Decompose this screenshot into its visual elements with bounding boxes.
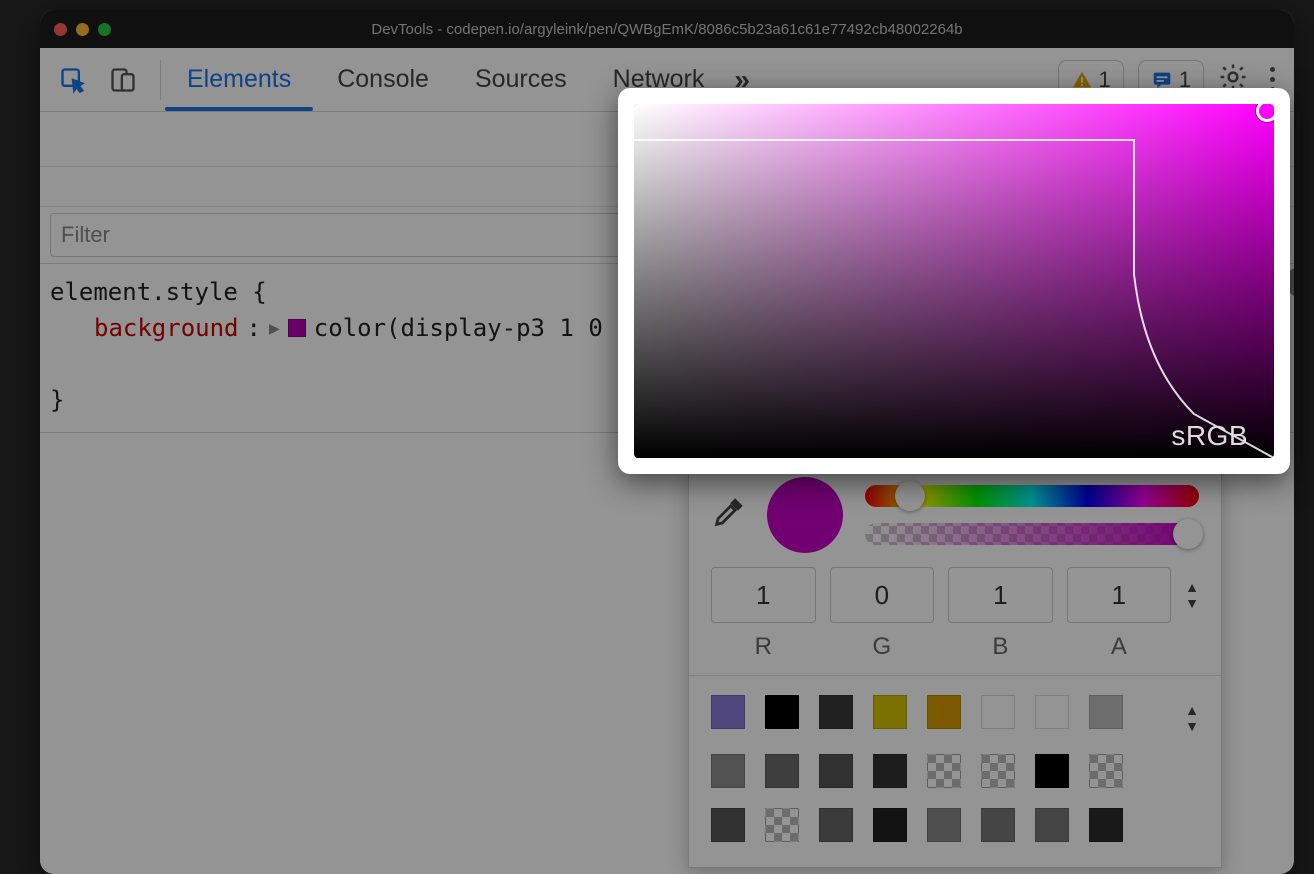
palette-swatch[interactable] (711, 695, 745, 729)
palette-swatch[interactable] (981, 695, 1015, 729)
palette-swatch[interactable] (1035, 754, 1069, 788)
minimize-window-button[interactable] (76, 23, 89, 36)
current-color-swatch (767, 477, 843, 553)
palette-swatch[interactable] (1035, 695, 1069, 729)
toolbar-divider (160, 60, 161, 100)
palette-swatch[interactable] (765, 695, 799, 729)
css-property-value[interactable]: color(display-p3 1 0 (314, 310, 603, 346)
tab-sources[interactable]: Sources (473, 49, 569, 110)
channel-g-input[interactable]: 0 (830, 567, 935, 623)
palette-swatch[interactable] (1035, 808, 1069, 842)
palette-swatch[interactable] (981, 754, 1015, 788)
title-bar: DevTools - codepen.io/argyleink/pen/QWBg… (40, 10, 1294, 48)
channel-b-label: B (992, 633, 1008, 661)
palette-swatch[interactable] (711, 808, 745, 842)
channel-r-label: R (755, 633, 772, 661)
alpha-slider-thumb[interactable] (1173, 519, 1203, 549)
palette-swatch[interactable] (819, 695, 853, 729)
color-spectrum[interactable]: sRGB (634, 104, 1274, 458)
maximize-window-button[interactable] (98, 23, 111, 36)
hue-slider[interactable] (865, 485, 1199, 507)
color-picker-panel: 1 R 0 G 1 B 1 A ▲▼ ▲▼ (688, 468, 1222, 868)
channel-g-label: G (872, 633, 891, 661)
css-close-brace: } (50, 386, 64, 414)
palette-swatch[interactable] (765, 808, 799, 842)
tab-elements[interactable]: Elements (185, 49, 293, 110)
palette-swatch[interactable] (819, 808, 853, 842)
palette-swatch[interactable] (927, 754, 961, 788)
palette-swatch[interactable] (873, 695, 907, 729)
color-format-stepper[interactable]: ▲▼ (1185, 567, 1199, 611)
palette-swatch[interactable] (1089, 808, 1123, 842)
color-swatch-inline[interactable] (288, 319, 306, 337)
css-property-name[interactable]: background (94, 310, 239, 346)
hue-slider-thumb[interactable] (895, 481, 925, 511)
palette-stepper[interactable]: ▲▼ (1185, 690, 1199, 734)
alpha-slider[interactable] (865, 523, 1199, 545)
palette-swatch[interactable] (819, 754, 853, 788)
window-title: DevTools - codepen.io/argyleink/pen/QWBg… (40, 21, 1294, 38)
palette-grid: ▲▼ (689, 676, 1221, 856)
channel-b-input[interactable]: 1 (948, 567, 1053, 623)
palette-swatch[interactable] (927, 808, 961, 842)
inspect-element-button[interactable] (52, 59, 94, 101)
palette-swatch[interactable] (1089, 754, 1123, 788)
channel-r-input[interactable]: 1 (711, 567, 816, 623)
close-window-button[interactable] (54, 23, 67, 36)
color-spectrum-popup: sRGB (618, 88, 1290, 474)
css-selector[interactable]: element.style (50, 278, 238, 306)
eyedropper-button[interactable] (711, 496, 745, 535)
palette-swatch[interactable] (873, 808, 907, 842)
device-toolbar-button[interactable] (102, 59, 144, 101)
channel-a-label: A (1111, 633, 1127, 661)
eyedropper-icon (711, 496, 745, 530)
palette-swatch[interactable] (711, 754, 745, 788)
palette-swatch[interactable] (873, 754, 907, 788)
palette-swatch[interactable] (981, 808, 1015, 842)
expand-value-icon[interactable]: ▶ (269, 315, 280, 342)
palette-swatch[interactable] (765, 754, 799, 788)
palette-swatch[interactable] (1089, 695, 1123, 729)
palette-swatch[interactable] (927, 695, 961, 729)
gamut-label: sRGB (1171, 420, 1248, 452)
tab-console[interactable]: Console (335, 49, 431, 110)
window-controls (54, 23, 111, 36)
color-values-row: 1 R 0 G 1 B 1 A ▲▼ (689, 567, 1221, 675)
css-open-brace: { (252, 278, 266, 306)
channel-a-input[interactable]: 1 (1067, 567, 1172, 623)
